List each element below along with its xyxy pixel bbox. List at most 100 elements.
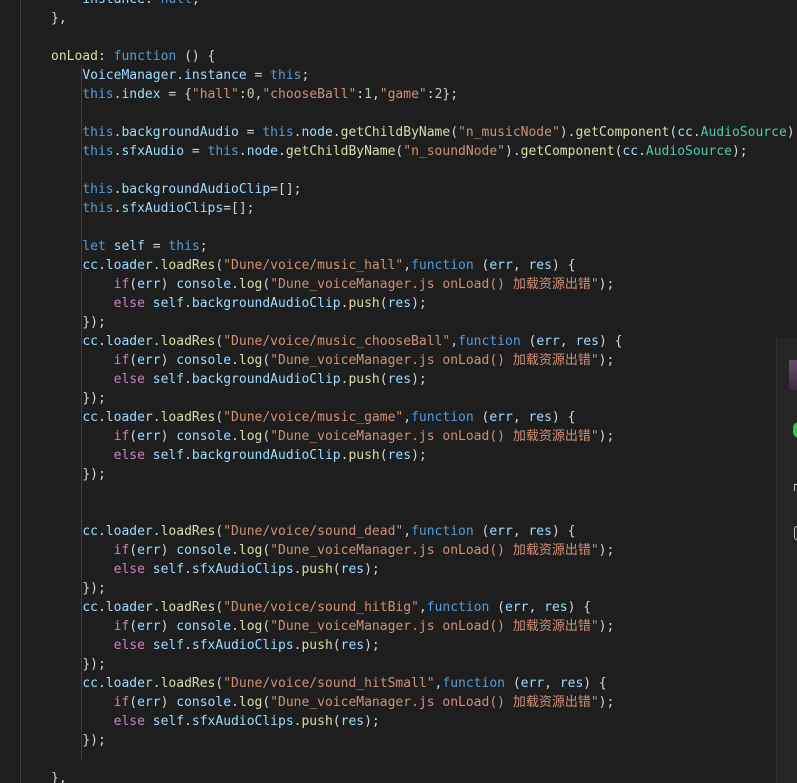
code-line[interactable]: }); — [51, 579, 797, 598]
code-token: backgroundAudio — [121, 125, 239, 140]
code-line[interactable]: }); — [51, 313, 797, 332]
code-line[interactable]: if(err) console.log("Dune_voiceManager.j… — [51, 693, 797, 712]
code-line[interactable]: cc.loader.loadRes("Dune/voice/music_choo… — [51, 332, 797, 351]
code-token: function — [411, 410, 474, 425]
code-line[interactable]: }, — [51, 9, 797, 28]
code-line[interactable]: onLoad: function () { — [51, 47, 797, 66]
code-line[interactable]: this.backgroundAudio = this.node.getChil… — [51, 123, 797, 142]
code-token: AudioSource — [645, 144, 732, 159]
code-token: loader — [105, 334, 153, 349]
code-line[interactable]: this.index = {"hall":0,"chooseBall":1,"g… — [51, 85, 797, 104]
code-token: err — [489, 410, 513, 425]
code-line[interactable]: cc.loader.loadRes("Dune/voice/music_game… — [51, 408, 797, 427]
code-token: this — [82, 201, 114, 216]
code-token: err — [137, 619, 161, 634]
code-token: function — [458, 334, 521, 349]
code-token: "Dune/voice/sound_hitSmall" — [223, 676, 435, 691]
code-line[interactable]: else self.sfxAudioClips.push(res); — [51, 712, 797, 731]
code-line[interactable] — [51, 218, 797, 237]
code-line[interactable]: }); — [51, 655, 797, 674]
code-token: "n_soundNode" — [403, 144, 505, 159]
code-token: backgroundAudioClip — [191, 448, 341, 463]
code-line[interactable]: if(err) console.log("Dune_voiceManager.j… — [51, 617, 797, 636]
code-line[interactable]: cc.loader.loadRes("Dune/voice/sound_hitB… — [51, 598, 797, 617]
code-token: : — [356, 87, 365, 102]
code-line[interactable]: cc.loader.loadRes("Dune/voice/sound_dead… — [51, 522, 797, 541]
code-line[interactable]: else self.sfxAudioClips.push(res); — [51, 636, 797, 655]
code-line[interactable]: this.backgroundAudioClip=[]; — [51, 180, 797, 199]
code-token: ) { — [583, 676, 607, 691]
code-token: else — [113, 714, 145, 729]
code-token: this — [270, 68, 302, 83]
code-token: console — [176, 277, 232, 292]
code-line[interactable] — [51, 750, 797, 769]
code-token: ) — [160, 353, 177, 368]
code-line[interactable]: else self.backgroundAudioClip.push(res); — [51, 294, 797, 313]
code-token: push — [301, 638, 333, 653]
code-token: ; — [199, 239, 208, 254]
code-token: : — [97, 49, 114, 64]
code-line[interactable] — [51, 104, 797, 123]
code-line[interactable]: if(err) console.log("Dune_voiceManager.j… — [51, 351, 797, 370]
code-token: push — [348, 448, 380, 463]
code-token: function — [442, 676, 505, 691]
code-line[interactable]: cc.loader.loadRes("Dune/voice/music_hall… — [51, 256, 797, 275]
code-line[interactable]: if(err) console.log("Dune_voiceManager.j… — [51, 427, 797, 446]
code-token: = { — [160, 87, 192, 102]
code-token: self — [152, 638, 185, 653]
code-line[interactable]: }); — [51, 731, 797, 750]
code-token: , — [544, 676, 560, 691]
code-line[interactable]: if(err) console.log("Dune_voiceManager.j… — [51, 541, 797, 560]
code-token: ( — [450, 125, 459, 140]
code-token: res — [340, 562, 365, 577]
code-lines[interactable]: instance: null,}, onLoad: function () { V… — [51, 0, 797, 783]
code-line[interactable] — [51, 28, 797, 47]
code-token: . — [692, 125, 701, 140]
code-token: ( — [262, 277, 271, 292]
code-token: "Dune_voiceManager.js onLoad() 加载资源出错" — [270, 619, 599, 634]
code-line[interactable] — [51, 484, 797, 503]
code-token: . — [97, 258, 106, 273]
code-token: loadRes — [160, 524, 216, 539]
code-line[interactable]: }); — [51, 389, 797, 408]
chat-icon[interactable] — [793, 422, 797, 438]
code-token: . — [152, 676, 161, 691]
code-editor[interactable]: instance: null,}, onLoad: function () { V… — [0, 0, 797, 783]
code-token: . — [152, 524, 161, 539]
code-token: getComponent — [575, 125, 670, 140]
code-line[interactable]: }); — [51, 465, 797, 484]
code-line[interactable]: cc.loader.loadRes("Dune/voice/sound_hitS… — [51, 674, 797, 693]
code-line[interactable]: else self.backgroundAudioClip.push(res); — [51, 370, 797, 389]
code-line[interactable]: else self.sfxAudioClips.push(res); — [51, 560, 797, 579]
code-token: res — [340, 638, 365, 653]
code-line[interactable]: let self = this; — [51, 237, 797, 256]
code-token: err — [536, 334, 560, 349]
code-line[interactable]: else self.backgroundAudioClip.push(res); — [51, 446, 797, 465]
code-token: "Dune_voiceManager.js onLoad() 加载资源出错" — [270, 353, 599, 368]
thumbnail-image[interactable] — [789, 360, 797, 390]
code-token: }, — [51, 11, 67, 26]
code-token: res — [387, 372, 412, 387]
code-token: =[]; — [223, 201, 255, 216]
code-token: . — [184, 714, 192, 729]
code-token: else — [113, 448, 145, 463]
code-token: loadRes — [160, 258, 216, 273]
code-token: ) — [160, 619, 177, 634]
code-line[interactable]: if(err) console.log("Dune_voiceManager.j… — [51, 275, 797, 294]
code-token: . — [184, 638, 192, 653]
code-token: res — [528, 524, 552, 539]
code-line[interactable] — [51, 161, 797, 180]
code-token: if — [113, 429, 130, 444]
code-line[interactable]: this.sfxAudioClips=[]; — [51, 199, 797, 218]
code-line[interactable]: instance: null, — [51, 0, 797, 9]
code-line[interactable]: }, — [51, 769, 797, 783]
code-token: , — [403, 410, 412, 425]
code-line[interactable]: this.sfxAudio = this.node.getChildByName… — [51, 142, 797, 161]
code-line[interactable] — [51, 503, 797, 522]
code-token: ( — [473, 524, 490, 539]
code-line[interactable]: VoiceManager.instance = this; — [51, 66, 797, 85]
